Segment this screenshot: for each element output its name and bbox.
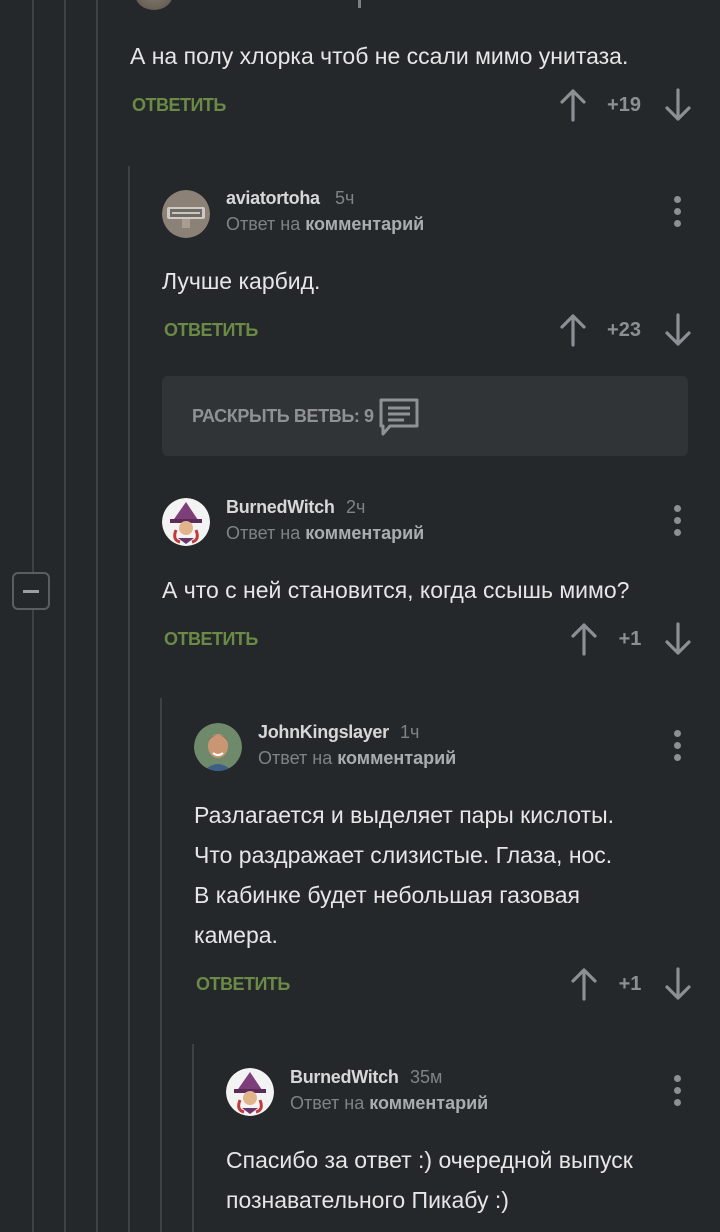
comment-time: 1ч bbox=[400, 722, 420, 742]
comment-time: 2ч bbox=[346, 497, 366, 517]
vote-score: +1 bbox=[618, 628, 642, 650]
reply-to: Ответ на комментарий bbox=[290, 1093, 489, 1113]
thread-line-1 bbox=[32, 0, 34, 572]
comment-author[interactable]: BurnedWitch bbox=[290, 1067, 399, 1088]
thread-line-1b bbox=[32, 610, 34, 1232]
reply-button[interactable]: ОТВЕТИТЬ bbox=[164, 320, 258, 341]
comment-text: Разлагается и выделяет пары кислоты. Что… bbox=[194, 802, 614, 948]
kebab-menu-icon[interactable] bbox=[668, 503, 688, 539]
kebab-menu-icon[interactable] bbox=[668, 194, 688, 230]
comment-text: А на полу хлорка чтоб не ссали мимо унит… bbox=[130, 43, 629, 69]
arrow-down-icon[interactable] bbox=[663, 87, 693, 123]
kebab-menu-icon[interactable] bbox=[668, 1073, 688, 1109]
comment-text: Лучше карбид. bbox=[162, 268, 321, 294]
vote-score: +1 bbox=[618, 973, 642, 995]
avatar bbox=[135, 0, 173, 10]
collapse-thread-button[interactable] bbox=[12, 572, 50, 610]
comment: BurnedWitch 35м Ответ на комментарий Спа… bbox=[0, 0, 720, 1213]
vote-score: +19 bbox=[607, 94, 641, 116]
arrow-down-icon[interactable] bbox=[663, 312, 693, 348]
comment-text: Спасибо за ответ :) очередной выпуск поз… bbox=[226, 1147, 633, 1213]
avatar[interactable] bbox=[162, 498, 210, 546]
comment-author[interactable]: JohnKingslayer bbox=[258, 722, 389, 743]
avatar[interactable] bbox=[226, 1068, 274, 1116]
thread-line-3 bbox=[96, 0, 98, 1232]
reply-to: Ответ на комментарий bbox=[226, 523, 425, 543]
avatar[interactable] bbox=[194, 723, 242, 771]
comments-icon bbox=[379, 398, 419, 436]
comment-author[interactable]: aviatortoha bbox=[226, 188, 320, 209]
thread-line-2 bbox=[64, 0, 66, 1232]
reply-target-link[interactable]: комментарий bbox=[305, 523, 424, 543]
reply-button[interactable]: ОТВЕТИТЬ bbox=[164, 629, 258, 650]
arrow-down-icon[interactable] bbox=[663, 966, 693, 1002]
arrow-down-icon[interactable] bbox=[663, 621, 693, 657]
arrow-up-icon[interactable] bbox=[558, 87, 588, 123]
arrow-up-icon[interactable] bbox=[569, 621, 599, 657]
expand-branch-label: РАСКРЫТЬ ВЕТВЬ: 9 bbox=[192, 406, 374, 426]
avatar[interactable] bbox=[162, 190, 210, 238]
reply-target-link[interactable]: комментарий bbox=[369, 1093, 488, 1113]
kebab-menu-icon[interactable] bbox=[668, 728, 688, 764]
reply-button[interactable]: ОТВЕТИТЬ bbox=[196, 974, 290, 995]
comment-text: А что с ней становится, когда ссышь мимо… bbox=[162, 577, 630, 603]
vote-score: +23 bbox=[607, 319, 641, 341]
reply-to: Ответ на комментарий bbox=[226, 214, 425, 234]
arrow-up-icon[interactable] bbox=[569, 966, 599, 1002]
comment-time: 35м bbox=[410, 1067, 443, 1087]
comment-time: 5ч bbox=[335, 188, 355, 208]
arrow-up-icon[interactable] bbox=[558, 312, 588, 348]
thread-line-6 bbox=[192, 1044, 194, 1232]
thread-line-4 bbox=[128, 166, 130, 1232]
thread-line-5 bbox=[160, 698, 162, 1232]
expand-branch-button[interactable]: РАСКРЫТЬ ВЕТВЬ: 9 bbox=[162, 376, 688, 456]
comment-author[interactable]: BurnedWitch bbox=[226, 497, 335, 518]
reply-to: Ответ на комментарий bbox=[258, 748, 457, 768]
reply-button[interactable]: ОТВЕТИТЬ bbox=[132, 95, 226, 116]
reply-target-link[interactable]: комментарий bbox=[305, 214, 424, 234]
reply-target-link[interactable]: комментарий bbox=[337, 748, 456, 768]
